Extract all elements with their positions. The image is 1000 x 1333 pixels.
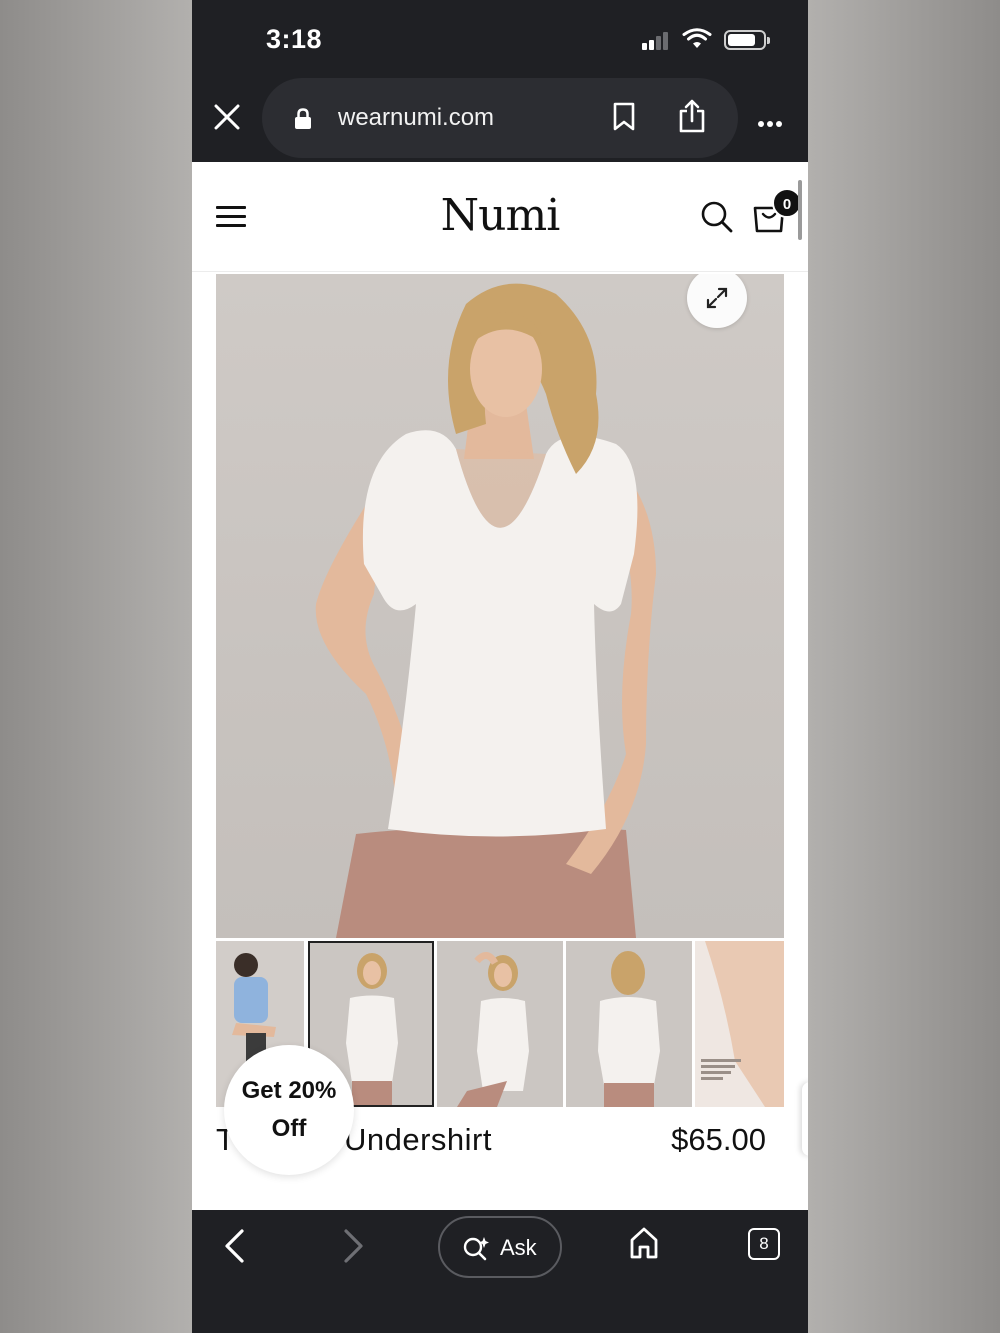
thumbnail-3[interactable] (437, 941, 563, 1107)
back-icon[interactable] (222, 1228, 248, 1264)
product-price: $65.00 (671, 1122, 766, 1157)
promo-line-1: Get 20% (241, 1077, 337, 1104)
ask-label: Ask (500, 1235, 537, 1260)
side-tab[interactable] (802, 1082, 808, 1156)
status-time: 3:18 (266, 24, 323, 54)
thumbnail-4[interactable] (566, 941, 692, 1107)
browser-url-row: wearnumi.com (192, 78, 808, 162)
lock-icon (295, 108, 311, 129)
ask-button[interactable]: Ask (438, 1216, 562, 1278)
thumbnail-photo (437, 941, 563, 1107)
more-options-icon[interactable] (758, 114, 785, 132)
product-photo (315, 283, 656, 938)
battery-icon (724, 30, 770, 50)
bookmark-icon[interactable] (612, 102, 636, 132)
web-content: Numi 0 T nature Undershirt $65.00 Get 20… (192, 162, 808, 1210)
product-main-image[interactable] (216, 274, 784, 938)
promo-line-2: Off (271, 1115, 307, 1142)
expand-icon (706, 287, 728, 309)
url-text: wearnumi.com (338, 104, 495, 131)
ask-search-sparkle-icon (463, 1237, 489, 1261)
address-bar[interactable]: wearnumi.com (262, 78, 738, 158)
cellular-signal-icon (642, 32, 672, 50)
wifi-icon (682, 28, 712, 48)
thumbnail-photo (695, 941, 784, 1107)
status-bar: 3:18 (192, 0, 808, 78)
browser-toolbar: Ask 8 (192, 1210, 808, 1333)
phone-screen: 3:18 wearnumi.com Numi 0 T nature Unders… (192, 0, 808, 1333)
discount-popup-button[interactable]: Get 20% Off (224, 1045, 354, 1175)
thumbnail-photo (566, 941, 692, 1107)
search-icon[interactable] (700, 200, 734, 234)
share-icon[interactable] (678, 98, 706, 134)
tabs-count-button[interactable]: 8 (748, 1228, 780, 1260)
thumbnail-5[interactable] (695, 941, 784, 1107)
scroll-indicator (798, 180, 802, 240)
site-header: Numi 0 (192, 162, 808, 272)
home-icon[interactable] (628, 1226, 660, 1260)
close-icon[interactable] (212, 102, 242, 132)
forward-icon[interactable] (340, 1228, 366, 1264)
